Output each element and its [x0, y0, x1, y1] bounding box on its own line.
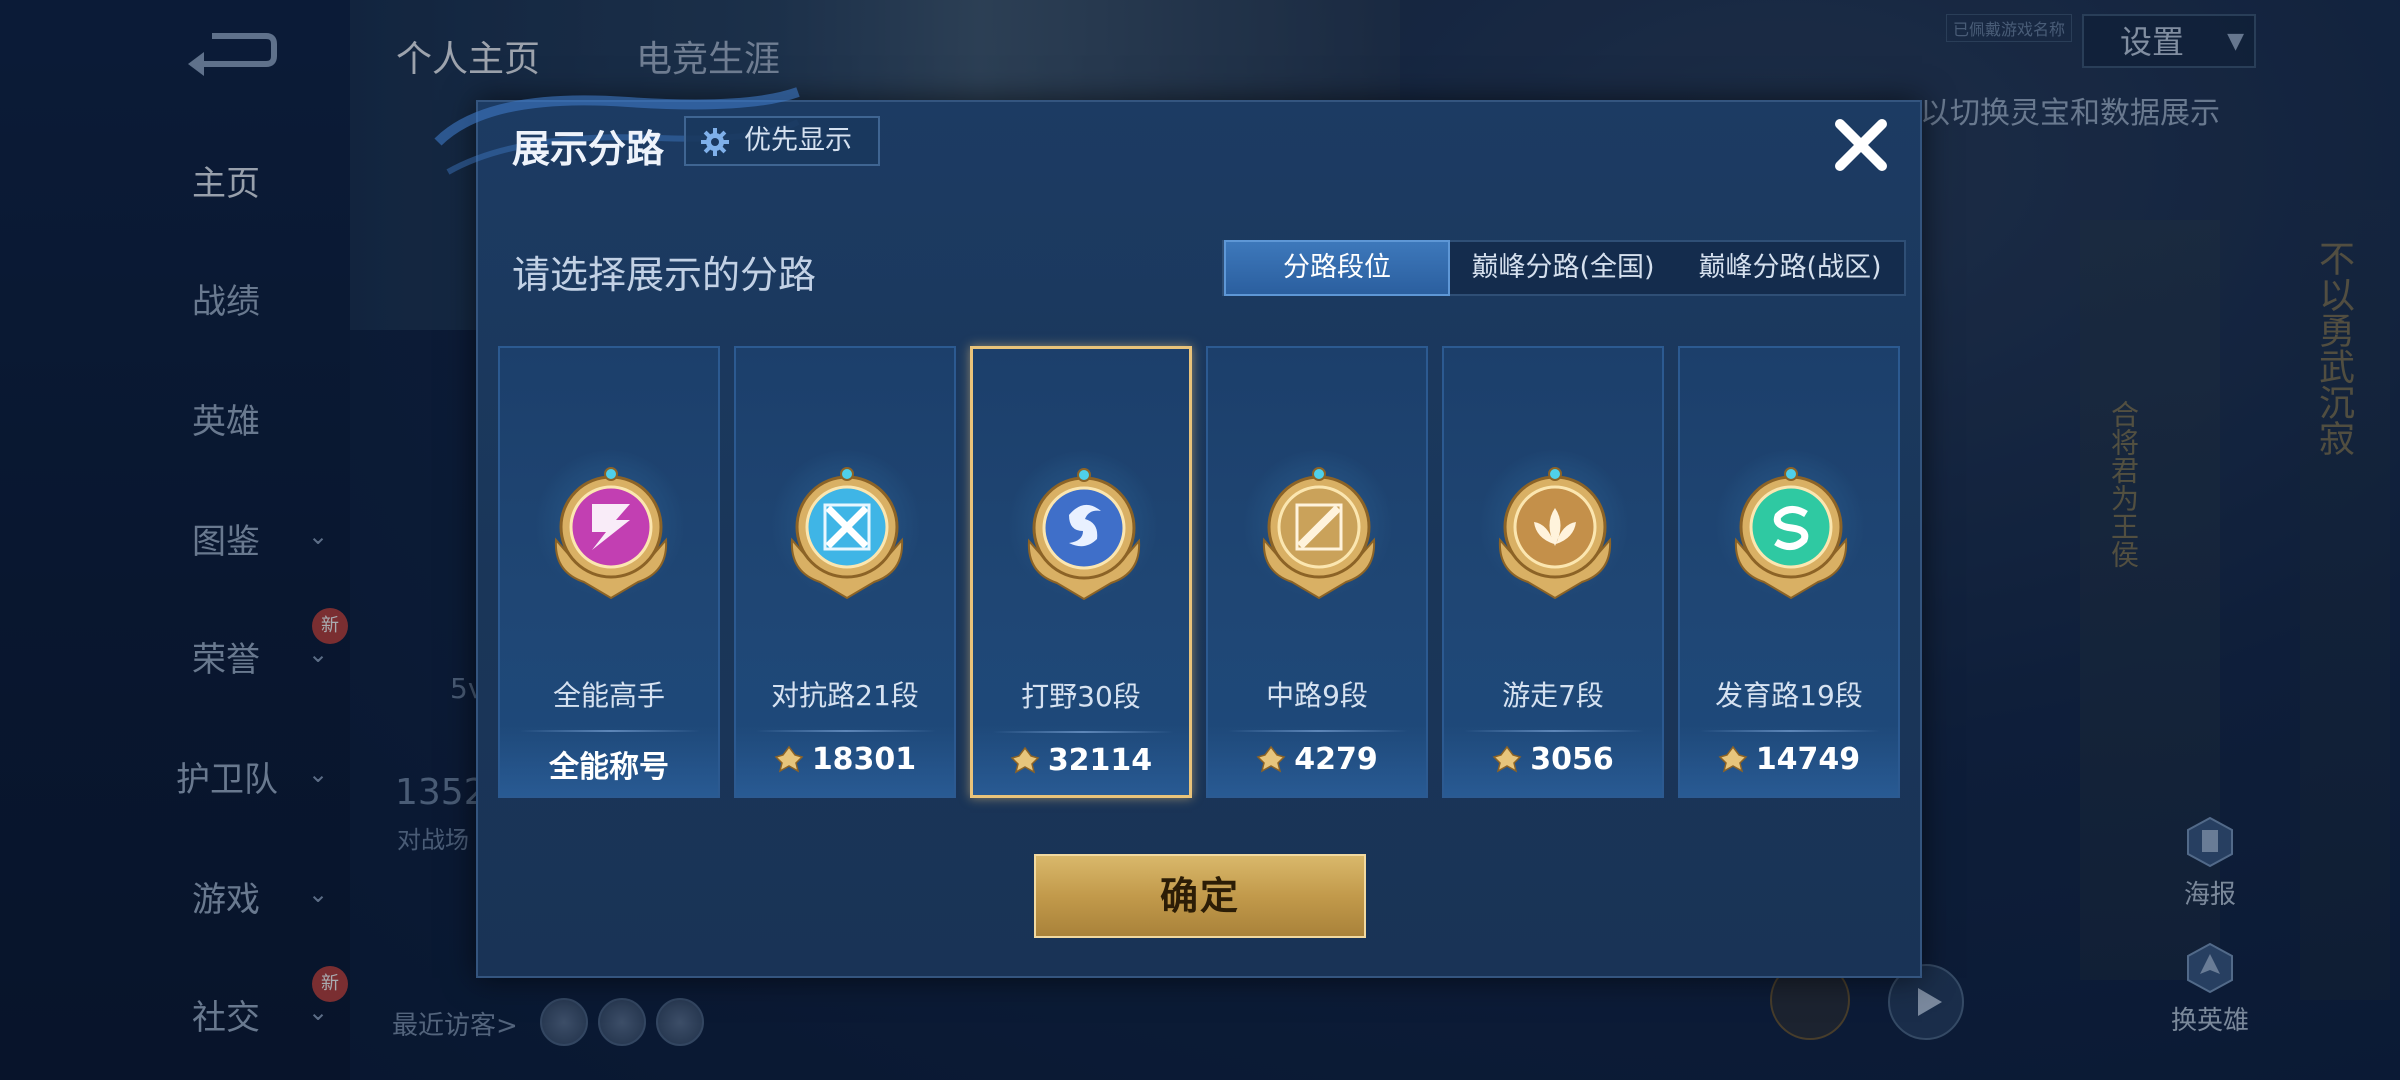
tab-lane-rank[interactable]: 分路段位	[1224, 240, 1450, 296]
lane-rank-name: 游走7段	[1502, 679, 1604, 712]
card-divider	[756, 730, 936, 732]
lane-card[interactable]: 中路9段 4279	[1206, 346, 1428, 798]
lane-card[interactable]: 打野30段 32114	[970, 346, 1192, 798]
lane-rank-name: 对抗路21段	[771, 679, 919, 712]
roam-medal-icon	[1498, 467, 1612, 600]
lane-type-tabs: 分路段位 巅峰分路(全国) 巅峰分路(战区)	[1222, 240, 1906, 296]
jungle-medal-icon	[1027, 468, 1141, 601]
lane-rank-name: 全能高手	[552, 679, 665, 712]
lane-score: 32114	[973, 743, 1189, 778]
close-icon[interactable]	[1828, 112, 1894, 178]
tab-peak-lane-region[interactable]: 巅峰分路(战区)	[1676, 242, 1904, 294]
lane-score: 全能称号	[500, 742, 718, 786]
farm-lane-medal-icon	[1734, 467, 1848, 600]
card-divider	[993, 731, 1173, 733]
lane-card[interactable]: 游走7段 3056	[1442, 346, 1664, 798]
card-divider	[1700, 730, 1880, 732]
lane-score-value: 32114	[1047, 743, 1153, 778]
battle-power-icon	[1718, 745, 1748, 773]
tab-peak-lane-national[interactable]: 巅峰分路(全国)	[1450, 242, 1676, 294]
lane-score: 3056	[1444, 742, 1662, 777]
lane-score: 14749	[1680, 742, 1898, 777]
lane-score: 18301	[736, 742, 954, 777]
card-divider	[1228, 730, 1408, 732]
lane-rank-name: 中路9段	[1266, 679, 1368, 712]
gear-icon	[701, 128, 729, 156]
lane-score-value: 全能称号	[549, 750, 669, 785]
lane-score-value: 3056	[1530, 742, 1614, 777]
card-divider	[1464, 730, 1644, 732]
lane-rank-name: 发育路19段	[1715, 679, 1863, 712]
lane-score: 4279	[1208, 742, 1426, 777]
dialog-title: 展示分路	[512, 127, 665, 171]
lane-rank-name: 打野30段	[1021, 680, 1141, 713]
priority-display-label: 优先显示	[744, 125, 852, 156]
battle-power-icon	[774, 745, 804, 773]
mid-lane-medal-icon	[1262, 467, 1376, 600]
lane-score-value: 4279	[1294, 742, 1378, 777]
lane-card[interactable]: 对抗路21段 18301	[734, 346, 956, 798]
battle-power-icon	[1492, 745, 1522, 773]
battle-power-icon	[1256, 745, 1286, 773]
lane-score-value: 18301	[811, 742, 917, 777]
battle-power-icon	[1010, 746, 1040, 774]
card-divider	[520, 730, 700, 732]
lane-score-value: 14749	[1755, 742, 1861, 777]
confirm-button[interactable]: 确定	[1034, 854, 1366, 938]
clash-lane-medal-icon	[790, 467, 904, 600]
dialog-subtitle: 请选择展示的分路	[512, 253, 817, 297]
all-round-medal-icon	[554, 467, 668, 600]
lane-card[interactable]: 发育路19段 14749	[1678, 346, 1900, 798]
priority-display-button[interactable]: 优先显示	[684, 116, 880, 166]
lane-display-dialog: 展示分路 优先显示 请选择展示的分路 分路段位 巅峰分路(全国) 巅峰分路(战区…	[434, 87, 1922, 978]
lane-card[interactable]: 全能高手 全能称号	[498, 346, 720, 798]
